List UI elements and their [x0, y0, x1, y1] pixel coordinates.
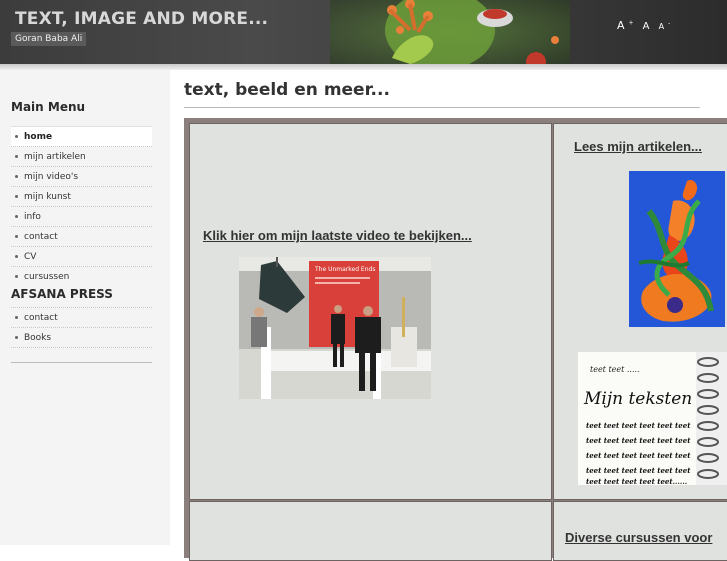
frog-banner-image [330, 0, 570, 64]
bullet-icon [15, 255, 18, 258]
bullet-icon [15, 235, 18, 238]
font-decrease-button[interactable]: A- [659, 20, 671, 31]
articles-art-image[interactable] [629, 171, 725, 327]
font-size-controls: A + A A- [617, 14, 674, 33]
menu-item-home[interactable]: home [11, 126, 152, 147]
press-menu-item-books[interactable]: Books [11, 328, 152, 348]
bullet-icon [15, 135, 18, 138]
bullet-icon [15, 316, 18, 319]
latest-video-link[interactable]: Klik hier om mijn laatste video te bekij… [203, 228, 472, 243]
page-heading: text, beeld en meer... [184, 80, 390, 100]
video-poster-text: The Unmarked Ends [314, 266, 375, 273]
teksten-line-text: teet teet teet teet teet teet [586, 421, 691, 430]
heading-divider [184, 107, 700, 108]
content-table: Klik hier om mijn laatste video te bekij… [184, 118, 727, 561]
font-reset-button[interactable]: A [643, 21, 650, 32]
site-subtitle: Goran Baba Ali [11, 32, 87, 46]
menu-item-cursussen[interactable]: cursussen [11, 267, 152, 286]
video-thumbnail-image[interactable]: The Unmarked Ends [239, 257, 431, 399]
courses-link[interactable]: Diverse cursussen voor [565, 530, 712, 545]
menu-item-mijn-artikelen[interactable]: mijn artikelen [11, 147, 152, 167]
menu-item-mijn-kunst[interactable]: mijn kunst [11, 187, 152, 207]
bullet-icon [15, 336, 18, 339]
main-menu: home mijn artikelen mijn video's mijn ku… [11, 126, 152, 286]
bullet-icon [15, 175, 18, 178]
press-menu-item-contact[interactable]: contact [11, 307, 152, 328]
menu-item-mijn-videos[interactable]: mijn video's [11, 167, 152, 187]
courses-cell: Diverse cursussen voor [553, 501, 727, 561]
teksten-line-text: teet teet teet teet teet teet [586, 451, 691, 460]
main-menu-heading: Main Menu [11, 100, 86, 114]
menu-item-info[interactable]: info [11, 207, 152, 227]
mijn-teksten-image[interactable]: teet teet ..... Mijn teksten teet teet t… [578, 352, 727, 485]
bottom-left-cell [189, 501, 552, 561]
sidebar: Main Menu home mijn artikelen mijn video… [0, 70, 170, 545]
video-cell: Klik hier om mijn laatste video te bekij… [189, 123, 552, 500]
teksten-line-text: teet teet teet teet teet teet [586, 466, 691, 475]
teksten-title-text: Mijn teksten [583, 389, 692, 409]
site-header: TEXT, IMAGE AND MORE... Goran Baba Ali A… [0, 0, 727, 64]
bullet-icon [15, 215, 18, 218]
articles-cell: Lees mijn artikelen... teet teet ..... M… [553, 123, 727, 500]
teksten-top-text: teet teet ..... [590, 365, 640, 374]
bullet-icon [15, 195, 18, 198]
press-menu: contact Books [11, 307, 152, 348]
site-title: TEXT, IMAGE AND MORE... [15, 9, 269, 29]
sidebar-divider [11, 362, 152, 363]
menu-item-cv[interactable]: CV [11, 247, 152, 267]
afsana-press-heading: AFSANA PRESS [11, 287, 113, 301]
teksten-line-text: teet teet teet teet teet...... [586, 477, 687, 485]
teksten-line-text: teet teet teet teet teet teet [586, 436, 691, 445]
bullet-icon [15, 155, 18, 158]
menu-item-contact[interactable]: contact [11, 227, 152, 247]
font-increase-button[interactable]: A + [617, 19, 634, 32]
bullet-icon [15, 275, 18, 278]
articles-link[interactable]: Lees mijn artikelen... [574, 139, 702, 154]
